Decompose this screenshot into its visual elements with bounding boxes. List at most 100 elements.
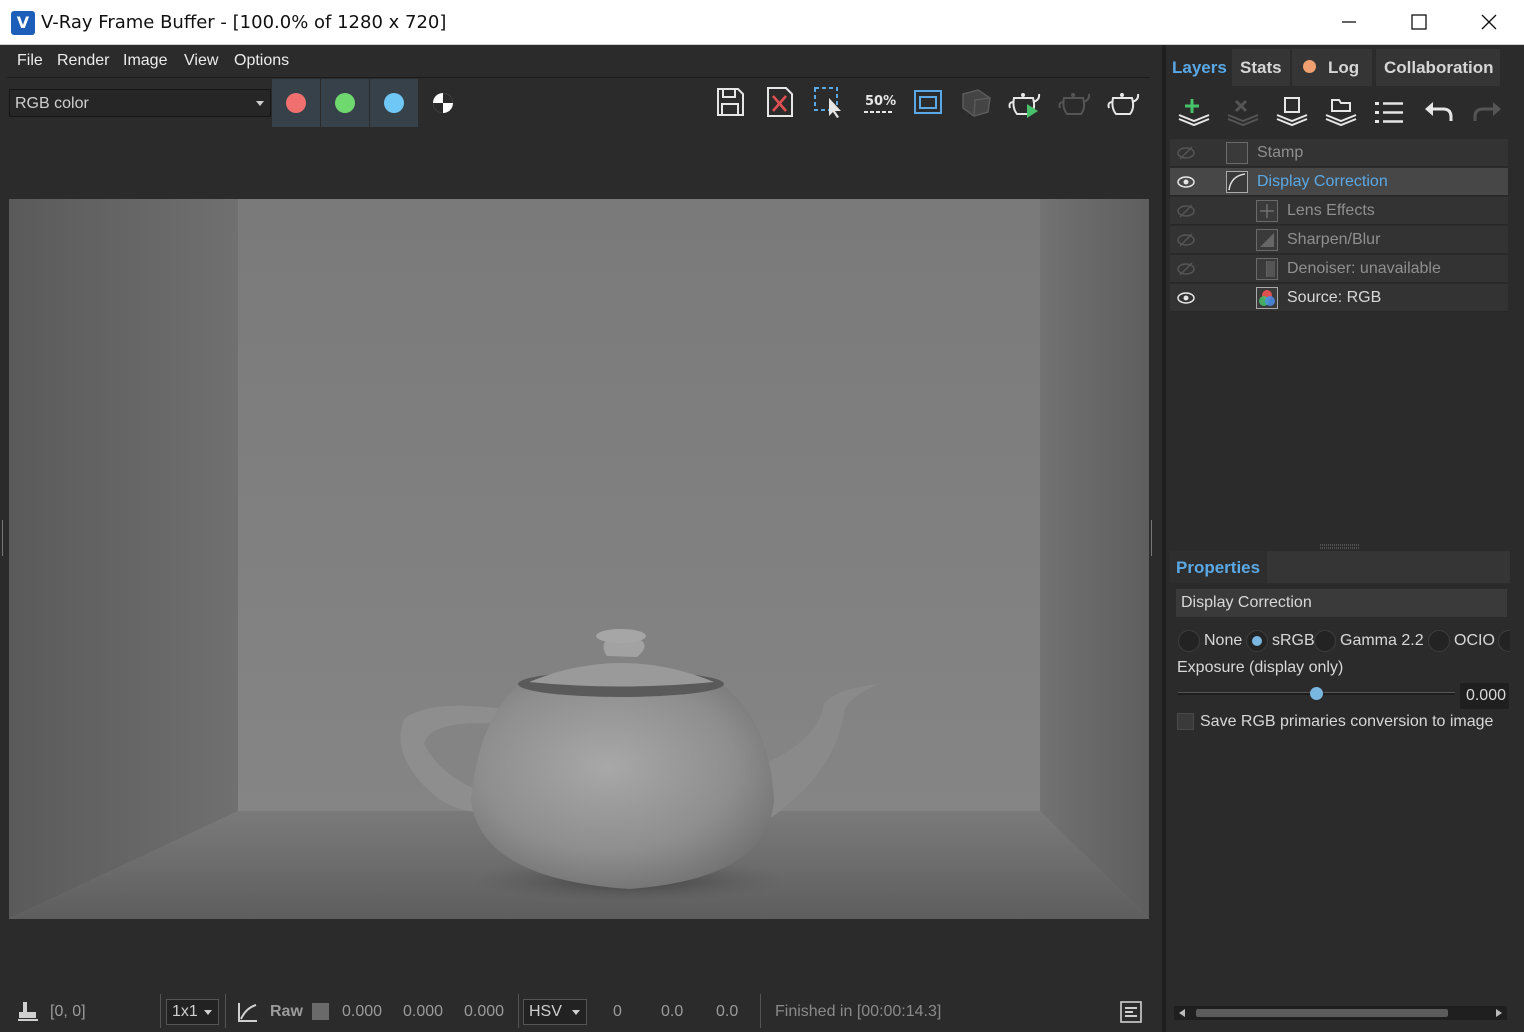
- tab-stats-label: Stats: [1240, 58, 1282, 77]
- radio-ocio[interactable]: [1428, 630, 1450, 652]
- sample-size-value: 1x1: [172, 1003, 198, 1020]
- exposure-value-field[interactable]: 0.000: [1460, 683, 1509, 709]
- red-channel-button[interactable]: [272, 79, 320, 127]
- value-value: 0.0: [716, 1003, 739, 1020]
- render-last-button[interactable]: [1106, 84, 1142, 120]
- visibility-off-icon[interactable]: [1176, 145, 1196, 161]
- radio-srgb-label: sRGB: [1272, 632, 1315, 649]
- layer-row-sharpen-blur[interactable]: Sharpen/Blur: [1170, 226, 1508, 254]
- tab-collaboration[interactable]: Collaboration: [1376, 49, 1500, 86]
- zoom-label: 50%: [865, 94, 896, 109]
- save-image-button[interactable]: [712, 84, 752, 124]
- load-layers-icon[interactable]: [1323, 95, 1359, 131]
- add-layer-icon[interactable]: [1176, 95, 1212, 131]
- layer-row-display-correction[interactable]: Display Correction: [1170, 168, 1508, 196]
- properties-splitter-handle[interactable]: [1320, 544, 1360, 549]
- history-icon[interactable]: [1120, 1001, 1142, 1023]
- zoom-50-icon: 50%: [864, 94, 896, 113]
- left-splitter-handle[interactable]: [2, 520, 5, 556]
- layer-row-lens-effects[interactable]: Lens Effects: [1170, 197, 1508, 225]
- visibility-off-icon[interactable]: [1176, 261, 1196, 277]
- scroll-right-icon: [1496, 1009, 1502, 1017]
- title-bar: V V-Ray Frame Buffer - [100.0% of 1280 x…: [0, 0, 1524, 45]
- layer-presets-icon[interactable]: [1371, 95, 1407, 131]
- region-render-button[interactable]: [811, 84, 847, 120]
- blue-channel-icon: [384, 93, 404, 113]
- save-primaries-label: Save RGB primaries conversion to image: [1200, 713, 1494, 730]
- save-icon: [717, 88, 752, 124]
- maximize-icon: [1411, 14, 1427, 30]
- layer-name: Display Correction: [1257, 173, 1388, 190]
- color-mode-select[interactable]: HSV: [523, 999, 587, 1025]
- blue-channel-button[interactable]: [370, 79, 418, 127]
- green-channel-button[interactable]: [321, 79, 369, 127]
- teapot-icon: [1107, 93, 1140, 115]
- status-divider: [225, 994, 226, 1028]
- panel-splitter-handle[interactable]: [1151, 520, 1154, 556]
- render-viewport[interactable]: [9, 199, 1149, 919]
- stop-render-button[interactable]: [1057, 84, 1093, 120]
- curve-icon: [1226, 171, 1248, 193]
- radio-none[interactable]: [1178, 630, 1200, 652]
- color-swatch: [312, 1003, 329, 1020]
- menu-options[interactable]: Options: [234, 52, 289, 70]
- start-render-button[interactable]: [1007, 84, 1043, 120]
- redo-icon[interactable]: [1469, 95, 1505, 131]
- properties-tab-strip: [1267, 551, 1510, 583]
- layer-row-source-rgb[interactable]: Source: RGB: [1170, 284, 1508, 312]
- lens-effects-icon: [1256, 200, 1278, 222]
- raw-label: Raw: [270, 1003, 303, 1020]
- menu-image[interactable]: Image: [123, 52, 167, 70]
- clear-icon: [767, 87, 793, 117]
- monochrome-icon: [433, 93, 453, 113]
- close-button[interactable]: [1454, 0, 1524, 45]
- exposure-label: Exposure (display only): [1177, 659, 1344, 676]
- visibility-off-icon[interactable]: [1176, 232, 1196, 248]
- red-value: 0.000: [342, 1003, 383, 1020]
- fit-window-button[interactable]: [910, 84, 946, 120]
- interactive-icon: [962, 89, 991, 117]
- monochrome-button[interactable]: [431, 91, 455, 115]
- channel-select[interactable]: RGB color: [9, 89, 271, 117]
- window-title: V-Ray Frame Buffer - [100.0% of 1280 x 7…: [41, 12, 447, 33]
- chevron-down-icon: [204, 1010, 212, 1015]
- undo-icon[interactable]: [1421, 95, 1457, 131]
- clear-image-button[interactable]: [762, 84, 798, 120]
- tab-log[interactable]: Log: [1292, 49, 1372, 86]
- exposure-slider-knob[interactable]: [1310, 687, 1323, 700]
- menu-render[interactable]: Render: [57, 52, 109, 70]
- tab-collaboration-label: Collaboration: [1384, 58, 1494, 77]
- radio-srgb[interactable]: [1246, 630, 1268, 652]
- layer-row-stamp[interactable]: Stamp: [1170, 139, 1508, 167]
- layer-row-denoiser[interactable]: Denoiser: unavailable: [1170, 255, 1508, 283]
- tab-stats[interactable]: Stats: [1232, 49, 1290, 86]
- radio-ocio-label: OCIO: [1454, 632, 1495, 649]
- interactive-render-button[interactable]: [958, 84, 994, 120]
- properties-tab-label: Properties: [1176, 558, 1261, 577]
- menu-file[interactable]: File: [17, 52, 43, 70]
- visibility-on-icon[interactable]: [1176, 174, 1196, 190]
- properties-tab[interactable]: Properties: [1170, 551, 1267, 583]
- status-divider: [760, 994, 761, 1028]
- sample-size-select[interactable]: 1x1: [166, 999, 219, 1025]
- properties-horizontal-scrollbar[interactable]: [1174, 1006, 1507, 1020]
- pixel-lock-icon[interactable]: [17, 1000, 39, 1022]
- curve-icon[interactable]: [236, 1000, 260, 1024]
- visibility-on-icon[interactable]: [1176, 290, 1196, 306]
- properties-title-label: Display Correction: [1181, 594, 1312, 611]
- visibility-off-icon[interactable]: [1176, 203, 1196, 219]
- sharpen-icon: [1256, 229, 1278, 251]
- save-primaries-checkbox[interactable]: [1177, 713, 1194, 730]
- scrollbar-thumb[interactable]: [1196, 1009, 1448, 1017]
- tab-layers[interactable]: Layers: [1166, 49, 1230, 86]
- minimize-button[interactable]: [1314, 0, 1384, 45]
- zoom-50-button[interactable]: 50%: [861, 84, 897, 120]
- save-layers-icon[interactable]: [1274, 95, 1310, 131]
- maximize-button[interactable]: [1384, 0, 1454, 45]
- radio-gamma[interactable]: [1314, 630, 1336, 652]
- menu-view[interactable]: View: [184, 52, 218, 70]
- delete-layer-icon[interactable]: [1225, 95, 1261, 131]
- radio-overflow: [1498, 630, 1510, 652]
- region-render-icon: [814, 87, 841, 118]
- rendered-image: [9, 199, 1149, 919]
